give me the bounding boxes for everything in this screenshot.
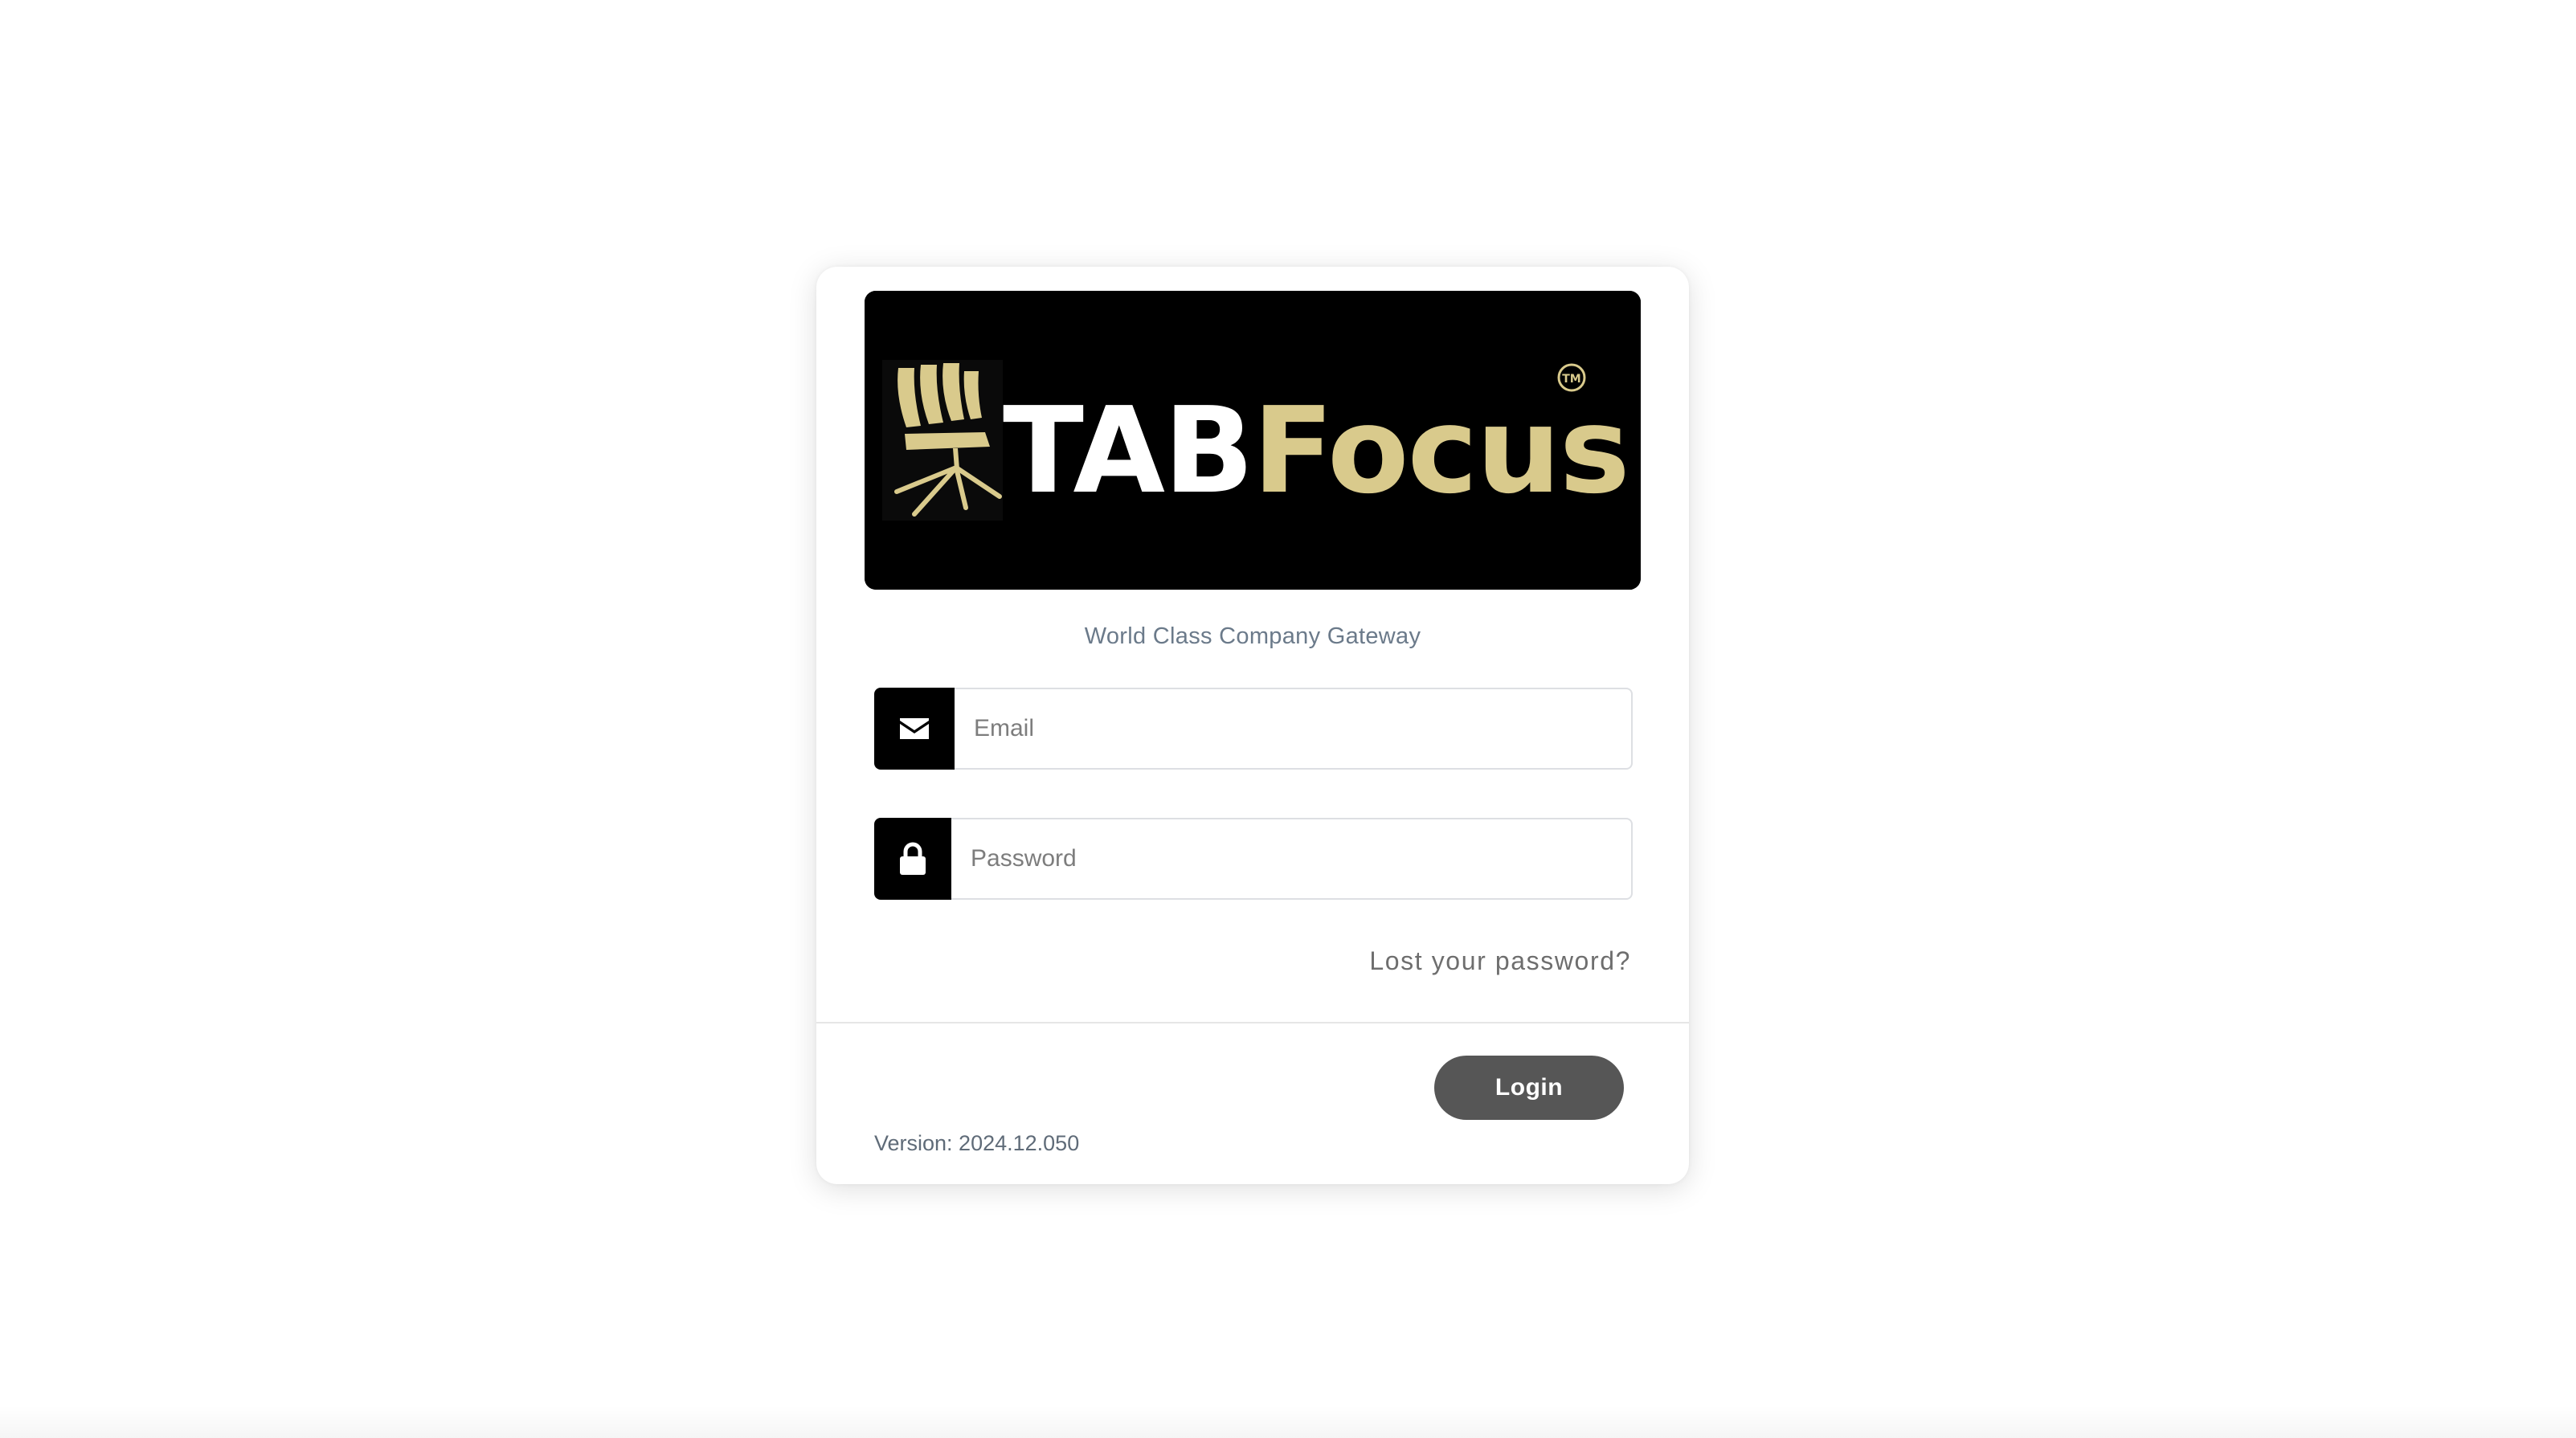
password-input[interactable] — [951, 818, 1633, 900]
login-page: TABFocus TM World Class Company Gateway — [0, 0, 2576, 1438]
card-divider — [816, 1022, 1689, 1023]
logo-text-white: TAB — [1003, 382, 1253, 520]
email-row — [874, 688, 1633, 770]
tagline: World Class Company Gateway — [1084, 623, 1421, 649]
logo-text-gold: Focus — [1253, 382, 1629, 520]
lock-icon — [874, 818, 951, 900]
bottom-shade — [0, 1406, 2576, 1438]
login-card: TABFocus TM World Class Company Gateway — [816, 267, 1689, 1184]
login-button[interactable]: Login — [1434, 1056, 1624, 1120]
envelope-icon — [874, 688, 955, 770]
svg-text:TABFocus: TABFocus — [1003, 382, 1629, 520]
email-input[interactable] — [955, 688, 1633, 770]
lost-password-link[interactable]: Lost your password? — [1369, 946, 1631, 976]
brand-logo: TABFocus TM — [865, 291, 1641, 590]
password-row — [874, 818, 1633, 900]
version-text: Version: 2024.12.050 — [874, 1131, 1080, 1155]
office-chair-icon — [882, 360, 1003, 521]
trademark-text: TM — [1562, 373, 1580, 386]
